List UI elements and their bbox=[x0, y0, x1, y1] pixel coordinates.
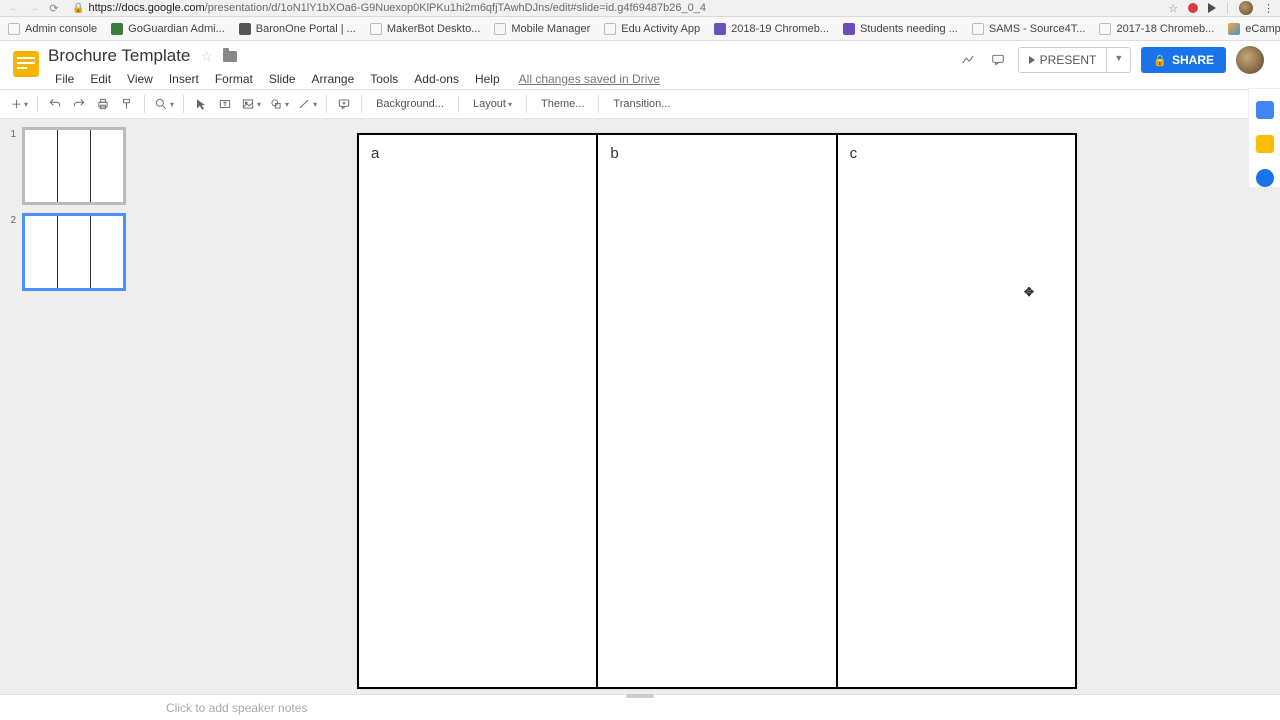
slide-number: 2 bbox=[6, 213, 16, 226]
bookmark-item[interactable]: Edu Activity App bbox=[604, 23, 700, 35]
layout-button[interactable]: Layout▾ bbox=[465, 98, 520, 110]
bookmark-item[interactable]: BaronOne Portal | ... bbox=[239, 23, 356, 35]
profile-avatar-icon[interactable] bbox=[1239, 1, 1253, 15]
background-button[interactable]: Background... bbox=[368, 98, 452, 110]
speaker-notes[interactable]: Click to add speaker notes bbox=[0, 694, 1280, 720]
paint-format-button[interactable] bbox=[116, 93, 138, 115]
slide-panel-c[interactable]: c bbox=[838, 135, 1075, 687]
calendar-icon[interactable] bbox=[1256, 101, 1274, 119]
tasks-icon[interactable] bbox=[1256, 169, 1274, 187]
menu-format[interactable]: Format bbox=[208, 69, 260, 89]
slide-thumbnail-1[interactable] bbox=[22, 127, 126, 205]
notes-resize-handle[interactable] bbox=[626, 694, 654, 698]
menu-tools[interactable]: Tools bbox=[363, 69, 405, 89]
activity-icon[interactable] bbox=[958, 50, 978, 70]
comments-icon[interactable] bbox=[988, 50, 1008, 70]
print-button[interactable] bbox=[92, 93, 114, 115]
app-header: Brochure Template ☆ File Edit View Inser… bbox=[0, 41, 1280, 89]
bookmark-item[interactable]: Admin console bbox=[8, 23, 97, 35]
slide-panel[interactable]: 1 2 bbox=[0, 119, 154, 694]
star-icon[interactable]: ☆ bbox=[200, 48, 213, 65]
menu-edit[interactable]: Edit bbox=[83, 69, 118, 89]
bookmark-item[interactable]: Mobile Manager bbox=[494, 23, 590, 35]
transition-button[interactable]: Transition... bbox=[605, 98, 678, 110]
reload-button[interactable]: ⟳ bbox=[46, 2, 62, 15]
theme-button[interactable]: Theme... bbox=[533, 98, 592, 110]
comment-tool[interactable] bbox=[333, 93, 355, 115]
keep-icon[interactable] bbox=[1256, 135, 1274, 153]
menu-addons[interactable]: Add-ons bbox=[407, 69, 466, 89]
zoom-button[interactable]: ▾ bbox=[151, 93, 177, 115]
document-title[interactable]: Brochure Template bbox=[48, 46, 190, 66]
bookmark-star-icon[interactable]: ☆ bbox=[1168, 2, 1178, 15]
slides-logo-icon[interactable] bbox=[10, 48, 42, 80]
menu-view[interactable]: View bbox=[120, 69, 160, 89]
slide-panel-b[interactable]: b bbox=[598, 135, 837, 687]
bookmarks-bar: Admin console GoGuardian Admi... BaronOn… bbox=[0, 17, 1280, 41]
share-button[interactable]: 🔒SHARE bbox=[1141, 47, 1226, 73]
menu-insert[interactable]: Insert bbox=[162, 69, 206, 89]
line-tool[interactable]: ▾ bbox=[294, 93, 320, 115]
address-bar[interactable]: https://docs.google.com/presentation/d/1… bbox=[88, 2, 1164, 14]
bookmark-item[interactable]: Students needing ... bbox=[843, 23, 958, 35]
chrome-menu-icon[interactable]: ⋮ bbox=[1263, 2, 1274, 15]
bookmark-item[interactable]: eCampus: Home bbox=[1228, 23, 1280, 35]
present-button-group: PRESENT ▼ bbox=[1018, 47, 1132, 73]
slide[interactable]: a b c bbox=[357, 133, 1077, 689]
menu-help[interactable]: Help bbox=[468, 69, 507, 89]
select-tool[interactable] bbox=[190, 93, 212, 115]
bookmark-item[interactable]: 2018-19 Chromeb... bbox=[714, 23, 829, 35]
side-panel bbox=[1248, 88, 1280, 187]
workspace: 1 2 a b c ✥ bbox=[0, 119, 1280, 694]
back-button[interactable]: ← bbox=[6, 2, 22, 14]
toolbar: ＋▾ ▾ ▾ ▾ ▾ Background... Layout▾ Theme..… bbox=[0, 89, 1280, 119]
lock-icon: 🔒 bbox=[72, 3, 84, 14]
notes-placeholder: Click to add speaker notes bbox=[166, 701, 307, 715]
menu-slide[interactable]: Slide bbox=[262, 69, 303, 89]
menu-file[interactable]: File bbox=[48, 69, 81, 89]
bookmark-item[interactable]: SAMS - Source4T... bbox=[972, 23, 1086, 35]
redo-button[interactable] bbox=[68, 93, 90, 115]
slide-panel-a[interactable]: a bbox=[359, 135, 598, 687]
save-status[interactable]: All changes saved in Drive bbox=[519, 72, 660, 86]
present-dropdown[interactable]: ▼ bbox=[1106, 48, 1130, 72]
bookmark-item[interactable]: 2017-18 Chromeb... bbox=[1099, 23, 1214, 35]
bookmark-item[interactable]: MakerBot Deskto... bbox=[370, 23, 481, 35]
image-tool[interactable]: ▾ bbox=[238, 93, 264, 115]
lock-icon: 🔒 bbox=[1153, 54, 1167, 67]
slide-number: 1 bbox=[6, 127, 16, 140]
extension-icon[interactable] bbox=[1188, 3, 1198, 13]
account-avatar[interactable] bbox=[1236, 46, 1264, 74]
browser-toolbar: ← → ⟳ 🔒 https://docs.google.com/presenta… bbox=[0, 0, 1280, 17]
menu-bar: File Edit View Insert Format Slide Arran… bbox=[48, 69, 660, 89]
menu-arrange[interactable]: Arrange bbox=[305, 69, 362, 89]
bookmark-item[interactable]: GoGuardian Admi... bbox=[111, 23, 225, 35]
separator: | bbox=[1226, 2, 1229, 14]
textbox-tool[interactable] bbox=[214, 93, 236, 115]
undo-button[interactable] bbox=[44, 93, 66, 115]
shape-tool[interactable]: ▾ bbox=[266, 93, 292, 115]
present-button[interactable]: PRESENT bbox=[1019, 48, 1107, 72]
move-folder-icon[interactable] bbox=[223, 51, 237, 62]
slide-thumbnail-2[interactable] bbox=[22, 213, 126, 291]
new-slide-button[interactable]: ＋▾ bbox=[8, 93, 31, 115]
forward-button[interactable]: → bbox=[26, 2, 42, 14]
play-icon bbox=[1029, 56, 1035, 64]
slide-canvas[interactable]: a b c ✥ bbox=[154, 119, 1280, 694]
extension-play-icon[interactable] bbox=[1208, 3, 1216, 13]
